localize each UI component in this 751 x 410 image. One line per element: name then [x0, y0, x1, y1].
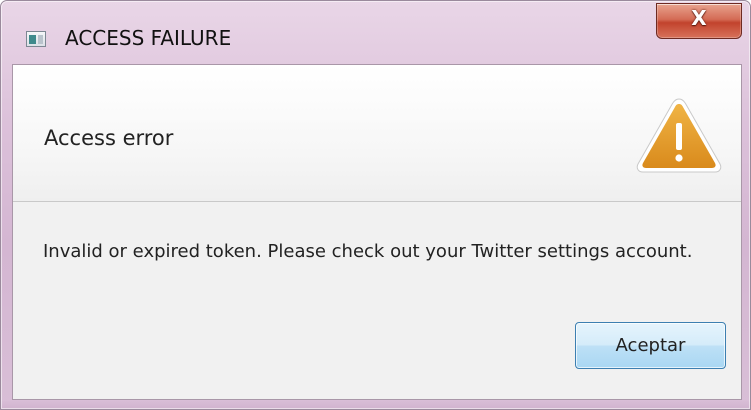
close-icon: X: [691, 6, 707, 30]
window-bottom-border: [1, 401, 750, 409]
close-button[interactable]: X: [656, 3, 742, 39]
app-window-icon: [26, 31, 46, 47]
title-bar[interactable]: ACCESS FAILURE X: [1, 1, 750, 63]
dialog-window: ACCESS FAILURE X Access error Invalid or: [0, 0, 751, 410]
error-message: Invalid or expired token. Please check o…: [43, 241, 693, 262]
aceptar-button[interactable]: Aceptar: [575, 322, 726, 369]
warning-triangle-icon: [636, 98, 722, 173]
dialog-content: Access error Invalid or expired token. P…: [12, 64, 742, 400]
header-title: Access error: [44, 126, 174, 150]
dialog-header: Access error: [13, 65, 741, 202]
window-title: ACCESS FAILURE: [65, 26, 232, 50]
